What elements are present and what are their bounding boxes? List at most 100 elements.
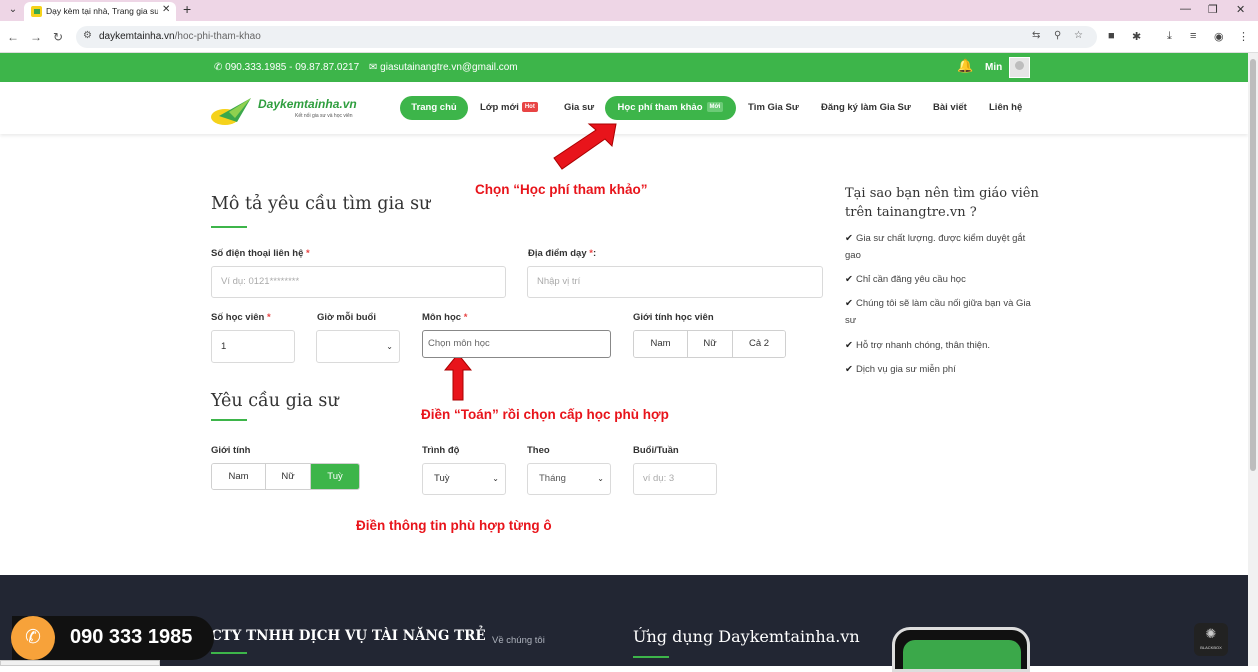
nav-register-tutor[interactable]: Đăng ký làm Gia Sư	[821, 96, 915, 120]
student-gender-label: Giới tính học viên	[633, 312, 714, 323]
favicon-icon	[31, 6, 42, 17]
footer-underline	[211, 652, 247, 654]
address-bar[interactable]: ⚙ daykemtainha.vn/hoc-phi-tham-khao ⇆ ⚲ …	[76, 26, 1097, 48]
nav-new-classes[interactable]: Lớp mới Hot	[480, 96, 550, 120]
subject-field[interactable]: Chọn môn học	[422, 330, 611, 358]
tutor-gender-male[interactable]: Nam	[212, 464, 266, 489]
translate-icon[interactable]: ⇆	[1032, 30, 1040, 41]
extensions-puzzle-icon[interactable]: ✱	[1132, 30, 1141, 43]
avatar[interactable]	[1009, 57, 1030, 78]
menu-kebab-icon[interactable]: ⋮	[1238, 30, 1249, 43]
phone-icon: ✆	[214, 62, 226, 73]
annotation-choose-tuition: Chọn “Học phí tham khảo”	[475, 182, 648, 197]
nav-find-tutor[interactable]: Tìm Gia Sư	[748, 96, 804, 120]
extension-icon[interactable]: ■	[1108, 30, 1115, 42]
benefit-item: ✔ Dịch vụ gia sư miễn phí	[845, 364, 956, 375]
nav-tutors[interactable]: Gia sư	[564, 96, 596, 120]
student-gender-male[interactable]: Nam	[634, 331, 688, 357]
hours-select[interactable]: ⌄	[316, 330, 400, 363]
tutor-gender-any[interactable]: Tuỳ	[311, 464, 359, 489]
browser-tab-strip: ⌄ Dạy kèm tại nhà, Trang gia sư tài năng…	[0, 0, 1258, 21]
by-select[interactable]: Tháng ⌄	[527, 463, 611, 495]
arrow-annotation-icon	[553, 123, 617, 170]
students-field[interactable]: 1	[211, 330, 295, 363]
maximize-icon[interactable]: ❐	[1208, 3, 1218, 16]
blackbox-icon: ✺	[1205, 626, 1217, 641]
subject-label: Môn học *	[422, 312, 468, 323]
browser-tab[interactable]: Dạy kèm tại nhà, Trang gia sư tài năng t…	[24, 2, 176, 21]
section-title-tutor-requirements: Yêu cầu gia sư	[211, 391, 339, 411]
footer-app-title: Ứng dụng Daykemtainha.vn	[633, 627, 860, 646]
tutor-gender-female[interactable]: Nữ	[266, 464, 311, 489]
nav-home[interactable]: Trang chủ	[400, 96, 468, 120]
check-icon: ✔	[845, 233, 853, 244]
back-icon[interactable]: ←	[7, 30, 19, 44]
blackbox-widget[interactable]: ✺ BLACKBOX	[1194, 623, 1228, 656]
annotation-fill-math: Điền “Toán” rồi chọn cấp học phù hợp	[421, 407, 669, 422]
nav-contact[interactable]: Liên hệ	[989, 96, 1029, 120]
phone-icon: ✆	[11, 616, 55, 660]
site-logo[interactable]: Daykemtainha.vn Kết nối gia sư và học vi…	[211, 94, 371, 128]
bookmark-star-icon[interactable]: ☆	[1074, 30, 1083, 41]
annotation-fill-info: Điền thông tin phù hợp từng ô	[356, 518, 552, 533]
section-title-request: Mô tả yêu cầu tìm gia sư	[211, 194, 431, 214]
new-tab-icon[interactable]: +	[183, 1, 191, 17]
minimize-icon[interactable]: —	[1180, 3, 1191, 15]
topbar-email[interactable]: ✉ giasutainangtre.vn@gmail.com	[369, 62, 518, 73]
media-icon[interactable]: ≡	[1190, 30, 1196, 42]
student-gender-female[interactable]: Nữ	[688, 331, 733, 357]
benefit-item: ✔ Chúng tôi sẽ làm cầu nối giữa bạn và Gi…	[845, 298, 1031, 326]
section-underline	[211, 419, 247, 421]
check-icon: ✔	[845, 298, 853, 309]
level-select[interactable]: Tuỳ ⌄	[422, 463, 506, 495]
logo-tagline: Kết nối gia sư và học viên	[295, 113, 353, 119]
profile-icon[interactable]: ◉	[1214, 30, 1224, 43]
location-label: Địa điểm dạy *:	[528, 248, 597, 259]
zoom-icon[interactable]: ⚲	[1054, 30, 1061, 41]
benefit-item: ✔ Hỗ trợ nhanh chóng, thân thiện.	[845, 340, 991, 351]
hot-badge: Hot	[521, 102, 538, 113]
site-info-icon[interactable]: ⚙	[83, 30, 92, 41]
tab-close-icon[interactable]: ✕	[162, 4, 170, 15]
page-scrollbar[interactable]	[1248, 53, 1258, 666]
scrollbar-thumb[interactable]	[1250, 59, 1256, 471]
nav-posts[interactable]: Bài viết	[933, 96, 973, 120]
footer-underline	[633, 656, 669, 658]
student-gender-both[interactable]: Cả 2	[733, 331, 785, 357]
phone-field[interactable]: Ví dụ: 0121********	[211, 266, 506, 298]
why-title: Tại sao bạn nên tìm giáo viên trên taina…	[845, 186, 1039, 220]
tutor-gender-label: Giới tính	[211, 445, 251, 456]
reload-icon[interactable]: ↻	[53, 30, 63, 44]
bell-icon[interactable]: 🔔	[957, 58, 973, 74]
select-chevron-icon: ⌄	[386, 342, 393, 351]
window-close-icon[interactable]: ✕	[1236, 3, 1245, 16]
nav-tuition[interactable]: Học phí tham khảo Mới	[605, 96, 736, 120]
blackbox-label: BLACKBOX	[1200, 645, 1222, 650]
phone-label: Số điện thoại liên hệ *	[211, 248, 310, 259]
sessions-field[interactable]: ví dụ: 3	[633, 463, 717, 495]
hotline-button[interactable]: ✆ 090 333 1985	[11, 616, 214, 660]
location-field[interactable]: Nhập vị trí	[527, 266, 823, 298]
tab-title: Dạy kèm tại nhà, Trang gia sư tài năng t…	[46, 6, 158, 16]
footer-about-link[interactable]: Về chúng tôi	[492, 635, 545, 646]
tab-search-chevron-icon[interactable]: ⌄	[5, 2, 21, 18]
forward-icon[interactable]: →	[30, 30, 42, 44]
section-underline	[211, 226, 247, 228]
footer-company: CTY TNHH DỊCH VỤ TÀI NĂNG TRẺ	[211, 628, 486, 644]
check-icon: ✔	[845, 340, 853, 351]
download-icon[interactable]: ⤓	[1167, 30, 1172, 43]
new-badge: Mới	[706, 102, 724, 113]
sessions-label: Buổi/Tuần	[633, 445, 679, 456]
check-icon: ✔	[845, 364, 853, 375]
level-label: Trình độ	[422, 445, 460, 456]
select-chevron-icon: ⌄	[597, 474, 604, 483]
url-text[interactable]: daykemtainha.vn/hoc-phi-tham-khao	[99, 31, 261, 42]
hotline-number: 090 333 1985	[70, 626, 193, 648]
app-phone-image	[892, 627, 1030, 672]
topbar-phone[interactable]: ✆ 090.333.1985 - 09.87.87.0217	[214, 62, 359, 73]
link-status-bar	[0, 660, 160, 666]
by-label: Theo	[527, 445, 550, 456]
site-header: Daykemtainha.vn Kết nối gia sư và học vi…	[0, 82, 1248, 134]
user-name[interactable]: Min	[985, 62, 1002, 73]
logo-kite-icon	[211, 98, 251, 125]
